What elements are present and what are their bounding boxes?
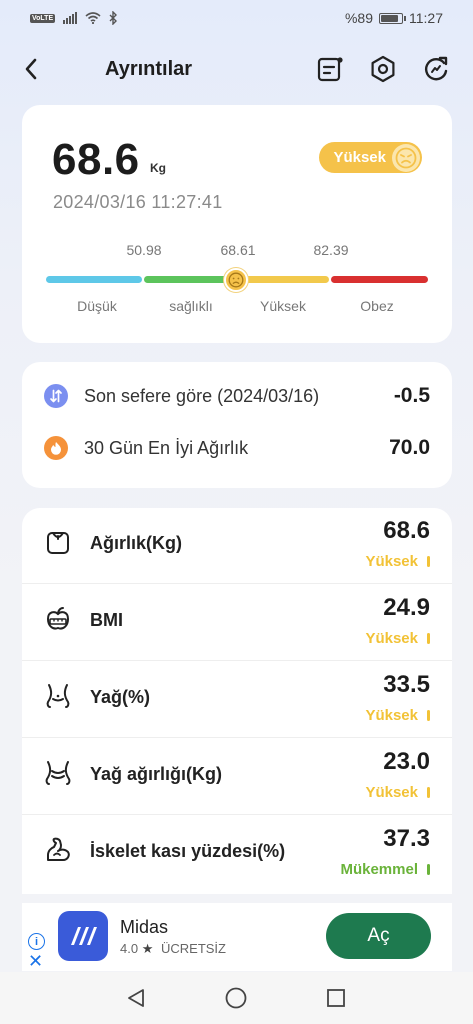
- metric-status: Mükemmel: [340, 861, 418, 878]
- metric-value: 24.9: [383, 594, 430, 621]
- metric-status: Yüksek: [365, 630, 418, 647]
- metric-value: 37.3: [383, 825, 430, 852]
- segment-label-obese: Obez: [360, 298, 394, 314]
- refresh-button[interactable]: [420, 53, 452, 85]
- metric-value: 68.6: [383, 517, 430, 544]
- nav-back-button[interactable]: [122, 984, 150, 1012]
- body-fat-icon: [46, 684, 70, 708]
- bar-segment-obese: [331, 276, 428, 283]
- comparison-label: 30 Gün En İyi Ağırlık: [84, 437, 249, 458]
- signal-icon: [63, 12, 78, 24]
- metric-value: 23.0: [383, 748, 430, 775]
- metric-row-fat-weight[interactable]: Yağ ağırlığı(Kg) 23.0 Yüksek: [22, 739, 452, 815]
- segment-label-high: Yüksek: [260, 298, 306, 314]
- threshold-current: 68.61: [220, 242, 256, 258]
- muscle-arm-icon: [47, 837, 70, 861]
- metric-label: BMI: [90, 610, 123, 630]
- report-icon: [317, 57, 343, 82]
- weight-value: 68.6: [52, 135, 140, 184]
- system-nav-bar: [0, 972, 473, 1024]
- bluetooth-icon: [109, 11, 118, 25]
- battery-icon: [379, 12, 406, 24]
- nav-home-button[interactable]: [222, 984, 250, 1012]
- comparison-value: -0.5: [393, 384, 430, 407]
- wifi-icon: [85, 12, 101, 24]
- status-bar: VoLTE %89 11:27: [0, 0, 473, 38]
- bar-segment-healthy: [144, 276, 236, 283]
- flame-icon: [44, 436, 68, 460]
- star-icon: ★: [141, 941, 154, 956]
- status-badge-label: Yüksek: [333, 149, 386, 166]
- nav-back-icon: [128, 989, 144, 1007]
- ad-app-name: Midas: [120, 917, 169, 937]
- ad-app-icon[interactable]: [58, 911, 108, 961]
- compare-arrows-icon: [44, 384, 68, 408]
- metric-row-bmi[interactable]: BMI 24.9 Yüksek: [22, 585, 452, 661]
- settings-button[interactable]: [367, 53, 399, 85]
- nav-home-icon: [225, 987, 247, 1009]
- refresh-icon: [425, 56, 448, 81]
- threshold-high: 82.39: [313, 242, 349, 258]
- metric-status-indicator: [427, 556, 430, 567]
- metric-status: Yüksek: [365, 707, 418, 724]
- sad-face-icon: [392, 144, 420, 172]
- apple-measure-icon: [46, 607, 70, 630]
- app-header: Ayrıntılar: [0, 46, 473, 92]
- chevron-left-icon: [25, 58, 37, 80]
- metric-row-skeletal-muscle[interactable]: İskelet kası yüzdesi(%) 37.3 Mükemmel: [22, 816, 452, 892]
- ad-app-meta: 4.0 ★ ÜCRETSİZ: [120, 941, 226, 957]
- scale-icon: [47, 532, 69, 554]
- metric-status: Yüksek: [365, 553, 418, 570]
- weight-unit: Kg: [150, 161, 166, 175]
- settings-hexagon-icon: [371, 55, 395, 83]
- comparison-label: Son sefere göre (2024/03/16): [84, 385, 320, 406]
- metric-row-fat-percent[interactable]: Yağ(%) 33.5 Yüksek: [22, 662, 452, 738]
- segment-label-low: Düşük: [77, 298, 117, 314]
- comparison-card: Son sefere göre (2024/03/16) -0.5 30 Gün…: [22, 362, 452, 488]
- ad-open-button[interactable]: Aç: [326, 913, 431, 959]
- comparison-value: 70.0: [389, 436, 430, 459]
- metric-value: 33.5: [383, 671, 430, 698]
- bar-segment-high: [238, 276, 329, 283]
- segment-label-healthy: sağlıklı: [169, 298, 213, 314]
- report-button[interactable]: [315, 53, 347, 85]
- clock: 11:27: [409, 10, 443, 26]
- volte-icon: VoLTE: [30, 13, 56, 23]
- metric-status-indicator: [427, 633, 430, 644]
- ad-banner[interactable]: i ✕ Midas 4.0 ★ ÜCRETSİZ Aç: [22, 903, 452, 971]
- current-value-marker: [224, 268, 248, 292]
- metric-row-weight[interactable]: Ağırlık(Kg) 68.6 Yüksek: [22, 508, 452, 584]
- metric-label: Ağırlık(Kg): [90, 533, 182, 553]
- measurement-datetime: 2024/03/16 11:27:41: [53, 192, 223, 212]
- metric-status-indicator: [427, 710, 430, 721]
- metric-label: Yağ(%): [90, 687, 151, 707]
- ad-info-icon[interactable]: i: [28, 933, 45, 950]
- bar-segment-low: [46, 276, 142, 283]
- page-title: Ayrıntılar: [105, 58, 193, 80]
- ad-rating: 4.0: [120, 941, 139, 956]
- battery-percent: %89: [344, 10, 373, 26]
- nav-recents-button[interactable]: [322, 984, 350, 1012]
- ad-price: ÜCRETSİZ: [160, 941, 226, 956]
- threshold-low: 50.98: [126, 242, 162, 258]
- metric-label: Yağ ağırlığı(Kg): [90, 764, 223, 784]
- metrics-list: Ağırlık(Kg) 68.6 Yüksek BMI 24.9 Yüksek …: [22, 508, 452, 894]
- ad-close-icon[interactable]: ✕: [28, 951, 43, 972]
- status-badge: Yüksek: [319, 142, 422, 173]
- metric-status: Yüksek: [365, 784, 418, 801]
- metric-status-indicator: [427, 787, 430, 798]
- back-button[interactable]: [14, 52, 48, 86]
- weight-summary-card: 68.6 Kg 2024/03/16 11:27:41 Yüksek 50.98…: [22, 105, 452, 343]
- metric-label: İskelet kası yüzdesi(%): [90, 841, 286, 861]
- nav-recents-icon: [327, 989, 345, 1007]
- comparison-last-session[interactable]: Son sefere göre (2024/03/16) -0.5: [44, 381, 430, 411]
- metric-status-indicator: [427, 864, 430, 875]
- body-fat-weight-icon: [45, 761, 71, 785]
- comparison-best-30-days[interactable]: 30 Gün En İyi Ağırlık 70.0: [44, 433, 430, 463]
